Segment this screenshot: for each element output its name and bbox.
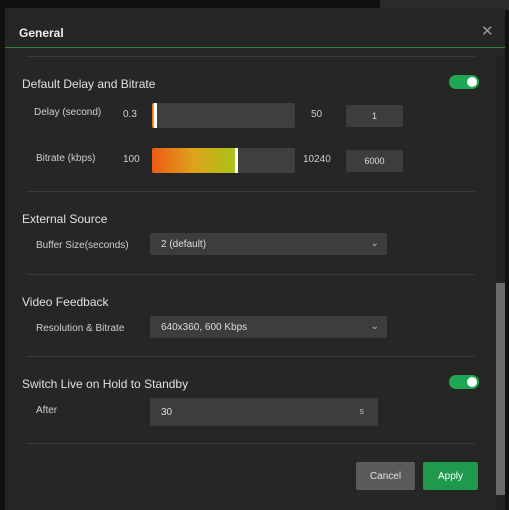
bitrate-max: 10240 xyxy=(303,154,331,165)
section-title-switch-live: Switch Live on Hold to Standby xyxy=(22,377,189,391)
scrollbar-thumb[interactable] xyxy=(496,283,505,495)
section-title-video-feedback: Video Feedback xyxy=(22,295,109,309)
after-value: 30 xyxy=(161,406,173,418)
bitrate-min: 100 xyxy=(123,154,140,165)
dialog-title: General xyxy=(19,26,64,40)
chevron-down-icon: ⌄ xyxy=(370,321,379,332)
switch-live-toggle[interactable] xyxy=(449,375,479,389)
apply-button[interactable]: Apply xyxy=(423,462,478,490)
bitrate-slider-thumb[interactable] xyxy=(234,148,238,173)
delay-max: 50 xyxy=(311,109,323,120)
delay-min: 0.3 xyxy=(123,109,137,120)
bitrate-input[interactable]: 6000 xyxy=(346,150,403,172)
cancel-button[interactable]: Cancel xyxy=(356,462,415,490)
divider xyxy=(27,191,475,192)
delay-bitrate-toggle[interactable] xyxy=(449,75,479,89)
buffer-size-dropdown[interactable]: 2 (default) ⌄ xyxy=(150,233,387,255)
section-title-external-source: External Source xyxy=(22,212,108,226)
resolution-dropdown[interactable]: 640x360, 600 Kbps ⌄ xyxy=(150,316,387,338)
bitrate-label: Bitrate (kbps) xyxy=(36,153,96,164)
divider xyxy=(27,356,475,357)
section-title-delay-bitrate: Default Delay and Bitrate xyxy=(22,77,156,91)
header-divider xyxy=(5,47,505,48)
divider xyxy=(27,56,475,57)
resolution-value: 640x360, 600 Kbps xyxy=(161,321,248,333)
divider xyxy=(27,443,475,444)
buffer-size-label: Buffer Size(seconds) xyxy=(36,240,129,251)
bitrate-slider[interactable] xyxy=(152,148,295,173)
delay-input[interactable]: 1 xyxy=(346,105,403,127)
after-unit: s xyxy=(359,406,365,416)
close-icon[interactable]: ✕ xyxy=(481,22,494,40)
bitrate-slider-fill xyxy=(152,148,235,173)
resolution-label: Resolution & Bitrate xyxy=(36,323,125,334)
divider xyxy=(27,274,475,275)
delay-slider[interactable] xyxy=(152,103,295,128)
delay-label: Delay (second) xyxy=(34,107,102,118)
after-input[interactable]: 30 s xyxy=(150,398,378,426)
after-label: After xyxy=(36,405,58,416)
buffer-size-value: 2 (default) xyxy=(161,238,207,250)
general-dialog: General ✕ Default Delay and Bitrate Dela… xyxy=(5,8,505,510)
chevron-down-icon: ⌄ xyxy=(370,238,379,249)
delay-slider-thumb[interactable] xyxy=(154,103,157,128)
